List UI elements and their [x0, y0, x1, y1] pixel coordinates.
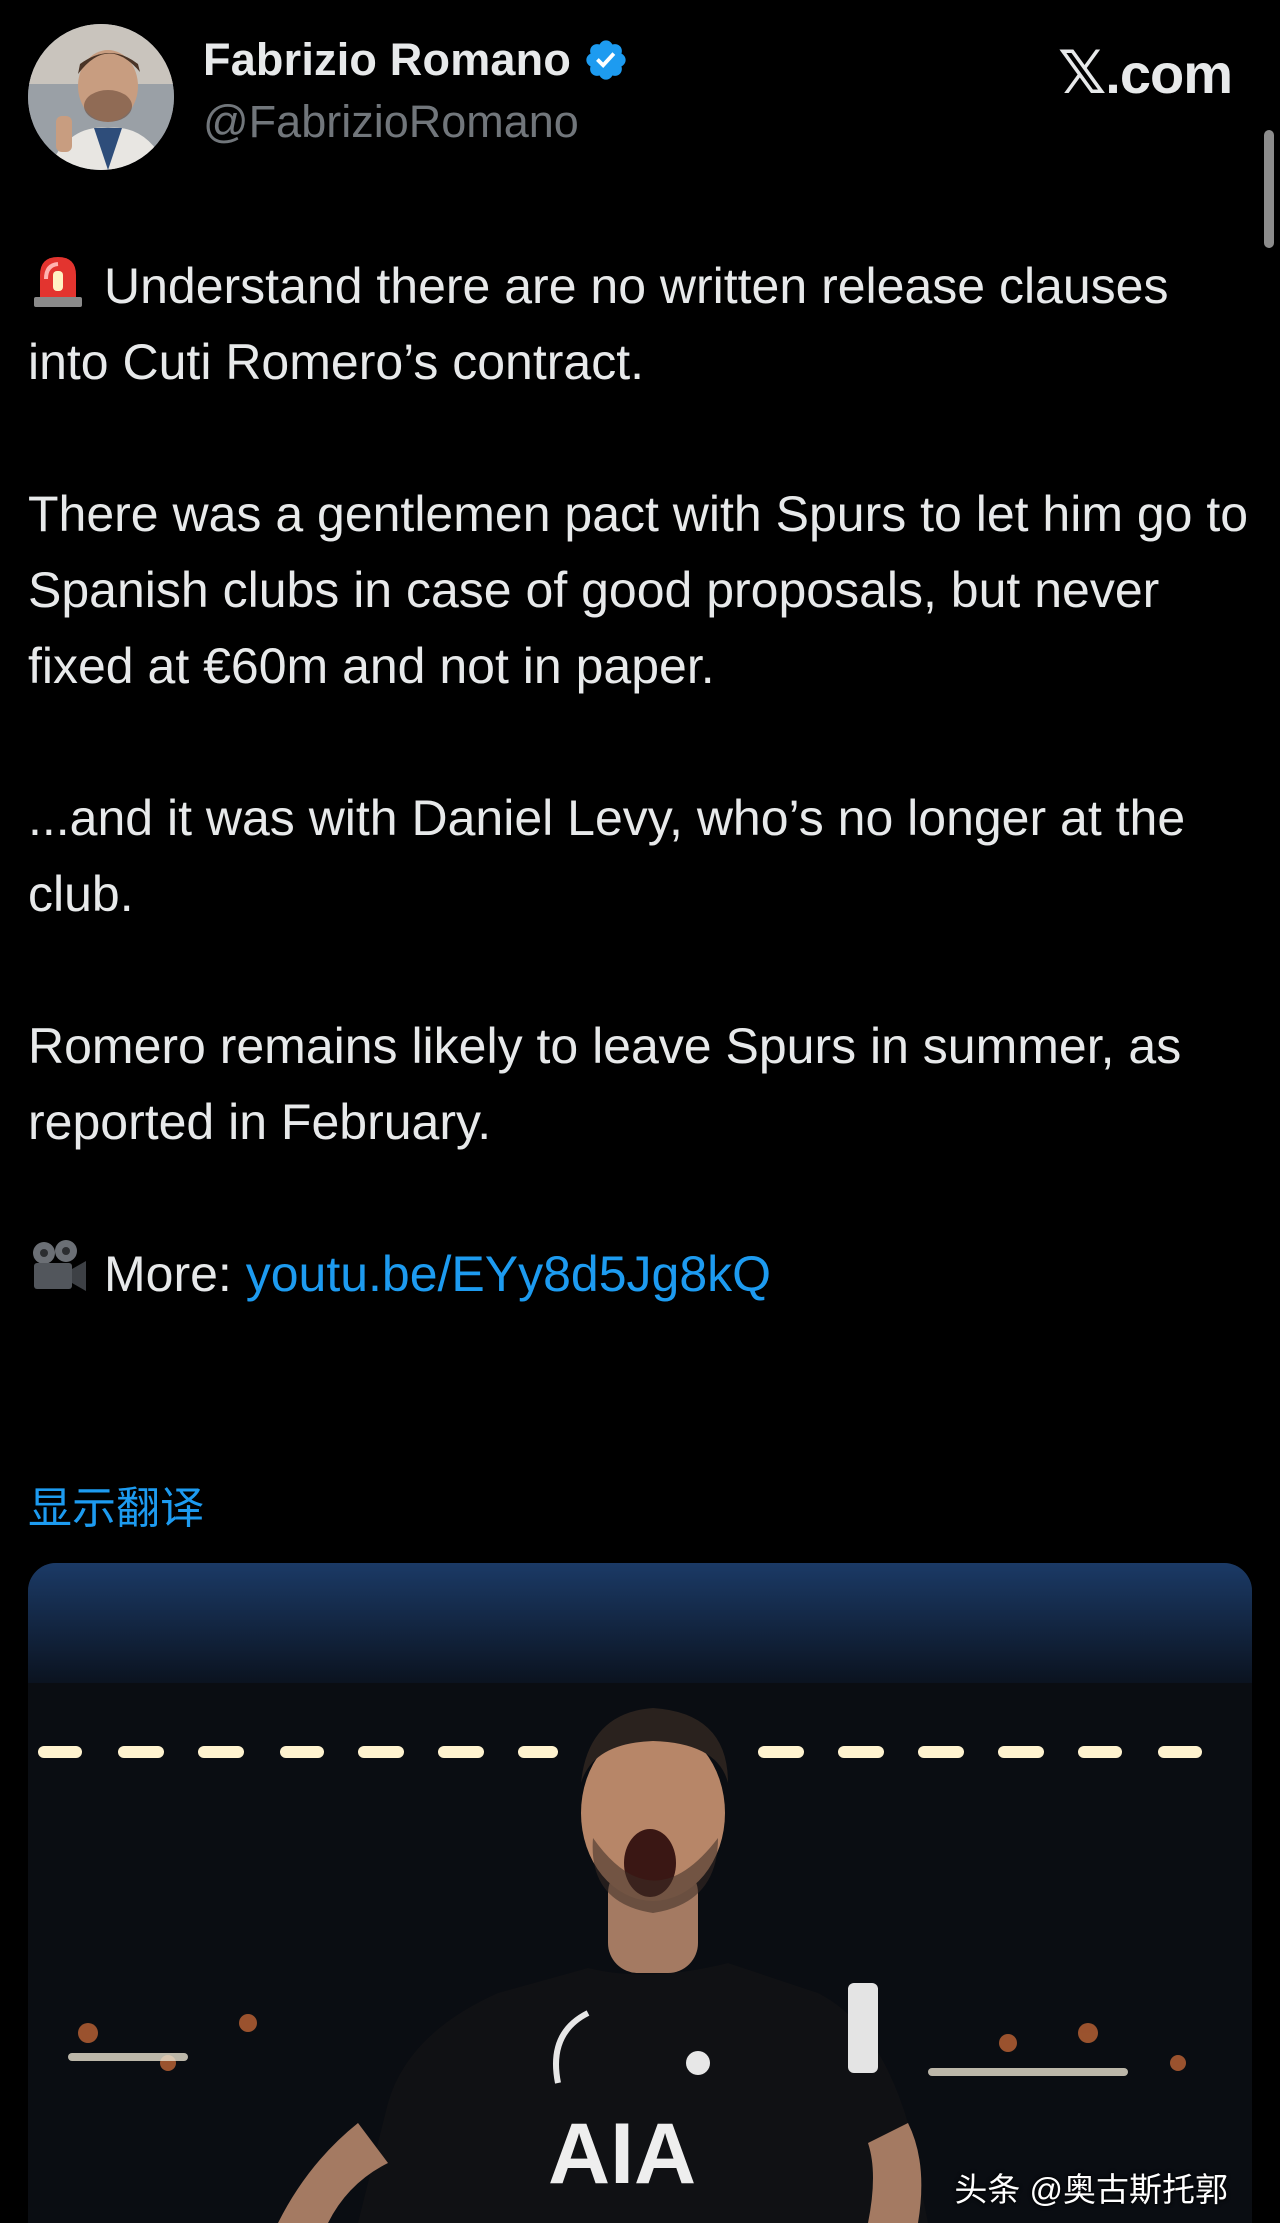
name-row: Fabrizio Romano [203, 34, 629, 86]
avatar[interactable] [28, 24, 174, 170]
show-translation-button[interactable]: 显示翻译 [28, 1472, 204, 1536]
x-logo-text: .com [1105, 42, 1233, 105]
tweet-media-image[interactable]: AIA 头条 @奥古斯托郭 [28, 1563, 1252, 2223]
display-name[interactable]: Fabrizio Romano [203, 34, 571, 86]
tweet-paragraph-5: More: youtu.be/EYy8d5Jg8kQ [28, 1236, 1258, 1312]
siren-emoji-icon [28, 249, 88, 309]
tweet-paragraph-3: ...and it was with Daniel Levy, who’s no… [28, 790, 1200, 922]
x-com-logo: 𝕏.com [1057, 38, 1233, 108]
scrollbar[interactable] [1264, 130, 1274, 248]
watermark: 头条 @奥古斯托郭 [954, 2171, 1228, 2208]
tweet-text: Understand there are no written release … [28, 248, 1258, 1388]
tweet-paragraph-2: There was a gentlemen pact with Spurs to… [28, 486, 1262, 694]
verified-badge-icon [583, 37, 629, 83]
tweet-paragraph-1: Understand there are no written release … [28, 248, 1258, 400]
profile-photo [28, 24, 174, 170]
shirt-sponsor: AIA [548, 2106, 696, 2202]
handle[interactable]: @FabrizioRomano [203, 96, 579, 148]
football-player-photo: AIA [28, 1563, 1252, 2223]
movie-camera-emoji-icon [28, 1237, 88, 1297]
x-logo-icon: 𝕏 [1057, 39, 1106, 106]
tweet-paragraph-4: Romero remains likely to leave Spurs in … [28, 1018, 1196, 1150]
tweet-header: Fabrizio Romano @FabrizioRomano 𝕏.com [28, 24, 1252, 174]
youtube-link[interactable]: youtu.be/EYy8d5Jg8kQ [246, 1246, 771, 1302]
